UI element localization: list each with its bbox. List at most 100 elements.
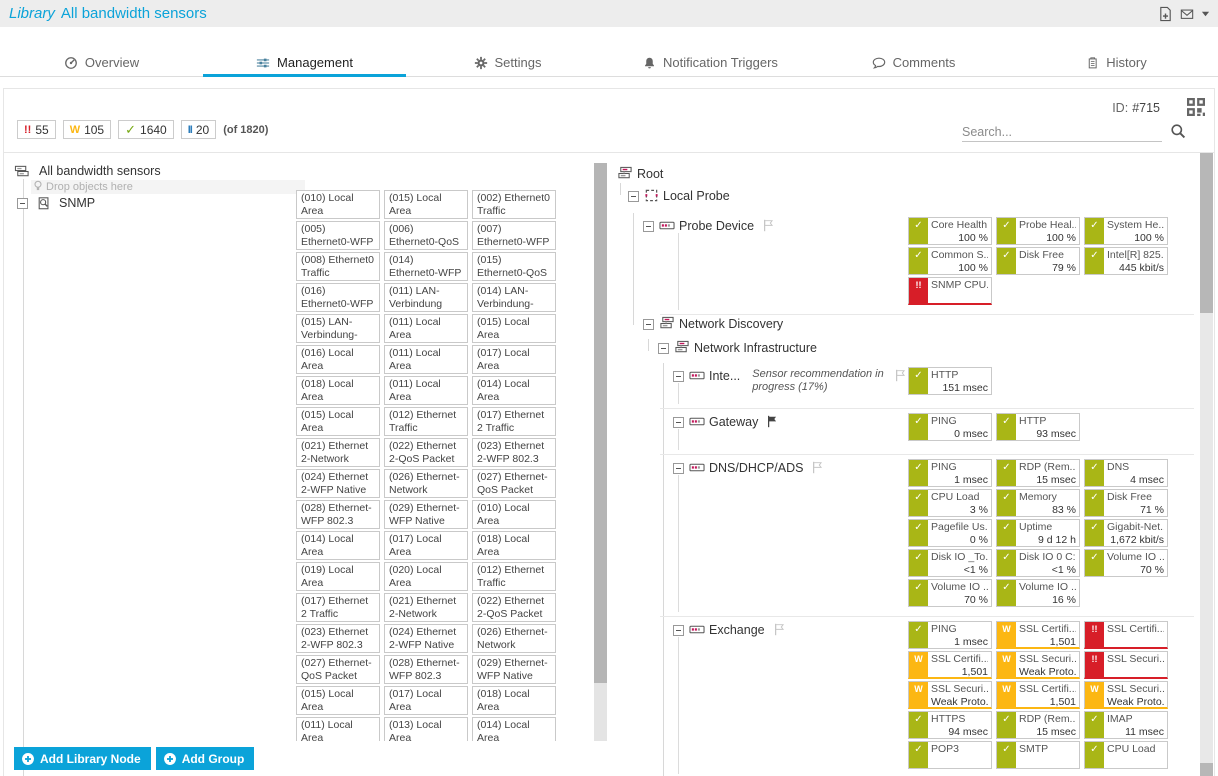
badge-error[interactable]: !!55: [17, 120, 56, 139]
sensor-uptime[interactable]: ✓Uptime9 d 12 h: [996, 519, 1080, 547]
qr-code-icon[interactable]: [1187, 98, 1205, 116]
sensor-ping[interactable]: ✓PING1 msec: [908, 621, 992, 649]
sensor-ssl-securi[interactable]: !!SSL Securi...: [1084, 651, 1168, 679]
library-sensor-cell[interactable]: (014) Local Area: [296, 531, 380, 560]
library-sensor-cell[interactable]: (017) Ethernet 2 Traffic: [472, 407, 556, 436]
sensor-rdp-rem[interactable]: ✓RDP (Rem...15 msec: [996, 711, 1080, 739]
library-sensor-cell[interactable]: (011) Local Area: [384, 376, 468, 405]
sensor-common-s[interactable]: ✓Common S...100 %: [908, 247, 992, 275]
sensor-ssl-securi[interactable]: WSSL Securi...Weak Proto...: [996, 651, 1080, 679]
library-sensor-cell[interactable]: (024) Ethernet 2-WFP Native: [296, 469, 380, 498]
collapse-toggle[interactable]: [673, 417, 684, 428]
library-root-node[interactable]: All bandwidth sensors: [14, 163, 161, 180]
library-sensor-cell[interactable]: (026) Ethernet-Network: [384, 469, 468, 498]
library-sensor-cell[interactable]: (013) Local Area: [384, 717, 468, 741]
library-sensor-cell[interactable]: (028) Ethernet-WFP 802.3: [384, 655, 468, 684]
sensor-gigabit-net[interactable]: ✓Gigabit-Net...1,672 kbit/s: [1084, 519, 1168, 547]
library-sensor-cell[interactable]: (014) Local Area: [472, 376, 556, 405]
library-sensor-cell[interactable]: (015) Local Area: [296, 407, 380, 436]
sensor-disk-free[interactable]: ✓Disk Free79 %: [996, 247, 1080, 275]
priority-flag-icon[interactable]: [894, 368, 908, 383]
sensor-ssl-securi[interactable]: WSSL Securi...Weak Proto...: [908, 681, 992, 709]
sensor-core-health[interactable]: ✓Core Health100 %: [908, 217, 992, 245]
library-sensor-cell[interactable]: (020) Local Area: [384, 562, 468, 591]
library-sensor-cell[interactable]: (017) Ethernet 2 Traffic: [296, 593, 380, 622]
right-scrollbar-thumb[interactable]: [1200, 153, 1213, 313]
library-sensor-cell[interactable]: (015) LAN-Verbindung-: [296, 314, 380, 343]
library-sensor-cell[interactable]: (006) Ethernet0-QoS Packet: [384, 221, 468, 250]
search-input[interactable]: [962, 122, 1162, 142]
sensor-http[interactable]: ✓HTTP93 msec: [996, 413, 1080, 441]
priority-flag-icon[interactable]: [762, 218, 776, 233]
library-sensor-cell[interactable]: (015) Local Area: [296, 686, 380, 715]
library-sensor-cell[interactable]: (022) Ethernet 2-QoS Packet: [472, 593, 556, 622]
sensor-system-he[interactable]: ✓System He...100 %: [1084, 217, 1168, 245]
node-label[interactable]: Gateway: [709, 414, 758, 431]
tab-history[interactable]: History: [1015, 49, 1218, 76]
sensor-disk-io-0-c[interactable]: ✓Disk IO 0 C:<1 %: [996, 549, 1080, 577]
sensor-ssl-certifi[interactable]: WSSL Certifi...1,501: [908, 651, 992, 679]
library-sensor-cell[interactable]: (014) Ethernet0-WFP Native: [384, 252, 468, 281]
collapse-toggle[interactable]: [673, 625, 684, 636]
search-icon[interactable]: [1170, 123, 1186, 142]
library-sensor-cell[interactable]: (008) Ethernet0 Traffic: [296, 252, 380, 281]
sensor-disk-free[interactable]: ✓Disk Free71 %: [1084, 489, 1168, 517]
node-label[interactable]: Network Discovery: [679, 316, 783, 333]
library-sensor-cell[interactable]: (005) Ethernet0-WFP Native: [296, 221, 380, 250]
library-sensor-cell[interactable]: (015) Local Area: [384, 190, 468, 219]
sensor-snmp-cpu[interactable]: !!SNMP CPU...: [908, 277, 992, 305]
library-sensor-cell[interactable]: (027) Ethernet-QoS Packet: [472, 469, 556, 498]
node-label[interactable]: Local Probe: [663, 188, 730, 205]
collapse-toggle[interactable]: [643, 319, 654, 330]
left-scrollbar[interactable]: [594, 163, 607, 741]
sensor-volume-io[interactable]: ✓Volume IO ...16 %: [996, 579, 1080, 607]
library-sensor-cell[interactable]: (021) Ethernet 2-Network: [384, 593, 468, 622]
sensor-rdp-rem[interactable]: ✓RDP (Rem...15 msec: [996, 459, 1080, 487]
library-sensor-cell[interactable]: (024) Ethernet 2-WFP Native: [384, 624, 468, 653]
left-scrollbar-thumb[interactable]: [594, 163, 607, 683]
drop-target[interactable]: Drop objects here: [31, 180, 305, 194]
sensor-probe-heal[interactable]: ✓Probe Heal...100 %: [996, 217, 1080, 245]
library-sensor-cell[interactable]: (011) LAN-Verbindung: [384, 283, 468, 312]
sensor-pagefile-us[interactable]: ✓Pagefile Us...0 %: [908, 519, 992, 547]
library-sensor-cell[interactable]: (011) Local Area: [296, 717, 380, 741]
library-sensor-cell[interactable]: (029) Ethernet-WFP Native: [472, 655, 556, 684]
sensor-memory[interactable]: ✓Memory83 %: [996, 489, 1080, 517]
library-sensor-cell[interactable]: (017) Local Area: [472, 345, 556, 374]
library-sensor-cell[interactable]: (015) Ethernet0-QoS Packet: [472, 252, 556, 281]
library-sensor-cell[interactable]: (023) Ethernet 2-WFP 802.3: [296, 624, 380, 653]
library-sensor-cell[interactable]: (016) Local Area: [296, 345, 380, 374]
library-sensor-cell[interactable]: (023) Ethernet 2-WFP 802.3: [472, 438, 556, 467]
sensor-ping[interactable]: ✓PING0 msec: [908, 413, 992, 441]
library-sensor-cell[interactable]: (019) Local Area: [296, 562, 380, 591]
sensor-disk-io-to[interactable]: ✓Disk IO _To...<1 %: [908, 549, 992, 577]
sensor-pop3[interactable]: ✓POP3: [908, 741, 992, 769]
node-label[interactable]: Inte...: [709, 368, 740, 385]
library-sensor-cell[interactable]: (010) Local Area: [296, 190, 380, 219]
library-sensor-cell[interactable]: (029) Ethernet-WFP Native: [384, 500, 468, 529]
tab-settings[interactable]: Settings: [406, 49, 609, 76]
library-sensor-cell[interactable]: (028) Ethernet-WFP 802.3: [296, 500, 380, 529]
library-sensor-cell[interactable]: (027) Ethernet-QoS Packet: [296, 655, 380, 684]
library-sensor-cell[interactable]: (014) Local Area: [472, 717, 556, 741]
sensor-smtp[interactable]: ✓SMTP: [996, 741, 1080, 769]
library-sensor-cell[interactable]: (018) Local Area: [472, 531, 556, 560]
sensor-https[interactable]: ✓HTTPS94 msec: [908, 711, 992, 739]
collapse-toggle[interactable]: [673, 463, 684, 474]
library-sensor-cell[interactable]: (021) Ethernet 2-Network: [296, 438, 380, 467]
library-sensor-cell[interactable]: (011) Local Area: [384, 314, 468, 343]
node-label[interactable]: Network Infrastructure: [694, 340, 817, 357]
sensor-volume-io[interactable]: ✓Volume IO ...70 %: [908, 579, 992, 607]
sensor-ssl-certifi[interactable]: WSSL Certifi...1,501: [996, 621, 1080, 649]
sensor-ssl-certifi[interactable]: !!SSL Certifi...: [1084, 621, 1168, 649]
tab-overview[interactable]: Overview: [0, 49, 203, 76]
tab-management[interactable]: Management: [203, 49, 406, 76]
collapse-toggle[interactable]: [643, 221, 654, 232]
add-report-icon[interactable]: [1158, 6, 1173, 22]
priority-flag-icon[interactable]: [811, 460, 825, 475]
sensor-volume-io[interactable]: ✓Volume IO ...70 %: [1084, 549, 1168, 577]
node-label[interactable]: DNS/DHCP/ADS: [709, 460, 803, 477]
node-label[interactable]: Probe Device: [679, 218, 754, 235]
library-sensor-cell[interactable]: (017) Local Area: [384, 531, 468, 560]
library-sensor-cell[interactable]: (012) Ethernet Traffic: [384, 407, 468, 436]
